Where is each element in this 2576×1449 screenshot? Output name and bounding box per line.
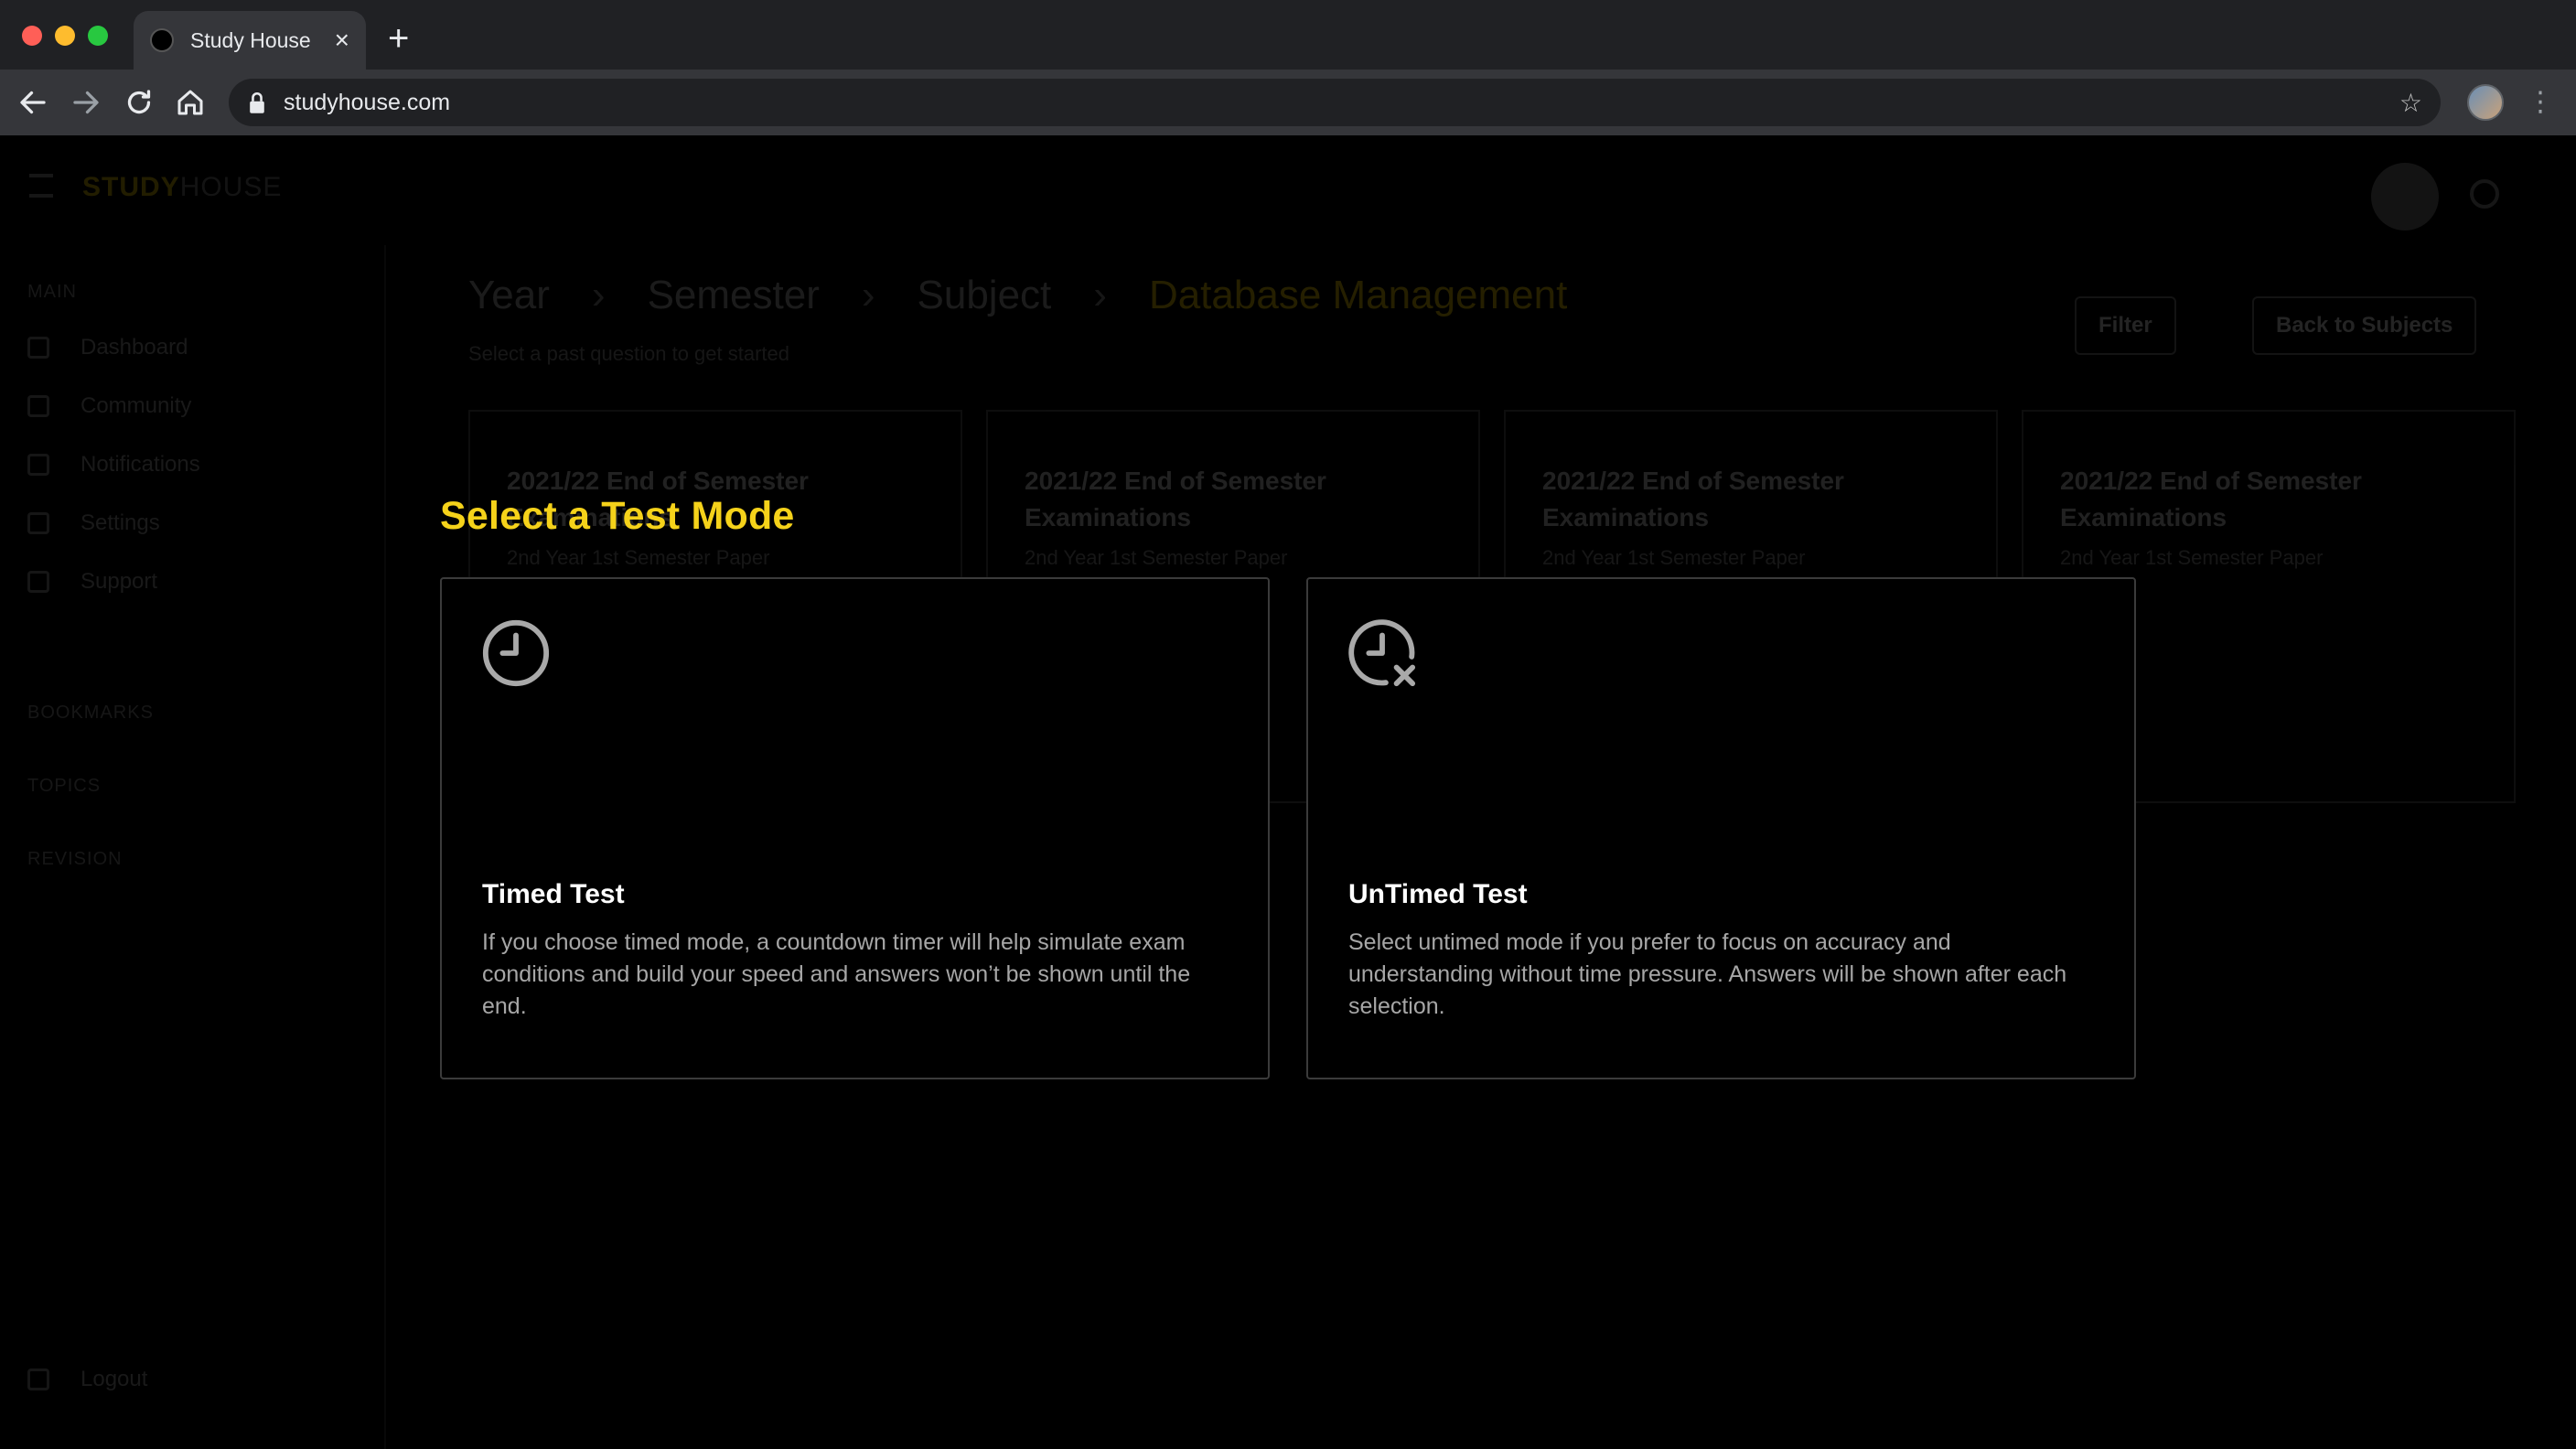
dashboard-icon	[27, 337, 49, 359]
sidebar-item-dashboard: Dashboard	[27, 335, 188, 360]
page-content: STUDYHOUSE MAIN Dashboard Community Noti…	[0, 135, 2576, 1449]
sidebar-group-bookmarks: BOOKMARKS	[27, 703, 154, 723]
timed-test-title: Timed Test	[482, 879, 625, 909]
browser-toolbar: studyhouse.com ☆ ⋮	[0, 70, 2576, 135]
sidebar-item-label: Settings	[80, 510, 160, 535]
breadcrumb-year: Year	[468, 273, 550, 317]
sidebar-item-support: Support	[27, 569, 157, 595]
breadcrumb-separator: ›	[861, 273, 875, 317]
sidebar-group-revision: REVISION	[27, 849, 123, 869]
new-tab-button[interactable]: +	[388, 20, 409, 57]
breadcrumb-separator: ›	[1093, 273, 1107, 317]
browser-tab-active[interactable]: Study House ×	[134, 11, 366, 70]
exam-card-meta: 2nd Year 1st Semester Paper	[1025, 546, 1288, 569]
exam-card-title: 2021/22 End of Semester Examinations	[1025, 467, 1326, 531]
sidebar-item-notifications: Notifications	[27, 452, 200, 478]
support-icon	[27, 571, 49, 593]
sidebar-item-label: Dashboard	[80, 335, 188, 360]
hamburger-menu-icon	[29, 174, 53, 198]
exam-card-title: 2021/22 End of Semester Examinations	[1542, 467, 1844, 531]
untimed-test-description: Select untimed mode if you prefer to foc…	[1348, 929, 2067, 1019]
exam-card-meta: 2nd Year 1st Semester Paper	[507, 546, 770, 569]
clock-cancel-icon	[1348, 619, 1416, 687]
sidebar-item-label: Logout	[80, 1367, 148, 1391]
untimed-test-title: UnTimed Test	[1348, 879, 1528, 909]
gear-icon	[27, 512, 49, 534]
minimize-window-button[interactable]	[55, 26, 75, 46]
user-avatar	[2371, 163, 2439, 231]
exam-card-title: 2021/22 End of Semester Examinations	[2060, 467, 2362, 531]
timed-test-option[interactable]: Timed Test If you choose timed mode, a c…	[440, 577, 1270, 1079]
close-window-button[interactable]	[22, 26, 42, 46]
timed-test-description: If you choose timed mode, a countdown ti…	[482, 929, 1191, 1019]
filter-button: Filter	[2075, 296, 2176, 355]
sidebar-item-community: Community	[27, 393, 191, 419]
settings-gear-icon	[2470, 179, 2499, 209]
exam-card-meta: 2nd Year 1st Semester Paper	[2060, 546, 2324, 569]
back-to-subjects-button: Back to Subjects	[2252, 296, 2477, 355]
sidebar-item-label: Community	[80, 393, 192, 418]
tab-title: Study House	[190, 27, 311, 52]
url-text: studyhouse.com	[284, 89, 451, 115]
untimed-test-option[interactable]: UnTimed Test Select untimed mode if you …	[1306, 577, 2136, 1079]
modal-title: Select a Test Mode	[440, 494, 795, 538]
sidebar-group-topics: TOPICS	[27, 776, 102, 796]
reload-icon[interactable]	[123, 86, 156, 119]
background-app-dimmed: STUDYHOUSE MAIN Dashboard Community Noti…	[0, 135, 2576, 1449]
logout-icon	[27, 1368, 49, 1390]
back-arrow-icon[interactable]	[16, 86, 49, 119]
page-subtitle: Select a past question to get started	[468, 342, 790, 365]
browser-window: Study House × + studyhouse.com ☆ ⋮ STUDY…	[0, 0, 2576, 1449]
forward-arrow-icon[interactable]	[70, 86, 102, 119]
sidebar-item-settings: Settings	[27, 510, 160, 536]
lock-icon	[250, 92, 264, 113]
community-icon	[27, 395, 49, 417]
breadcrumb-semester: Semester	[647, 273, 820, 317]
logo-rest-text: HOUSE	[179, 172, 283, 202]
address-bar[interactable]: studyhouse.com ☆	[229, 79, 2441, 126]
app-logo: STUDYHOUSE	[82, 172, 282, 203]
sidebar-divider	[384, 245, 386, 1449]
bookmark-star-icon[interactable]: ☆	[2399, 88, 2422, 118]
exam-card-meta: 2nd Year 1st Semester Paper	[1542, 546, 1806, 569]
bell-icon	[27, 454, 49, 476]
tab-bar: Study House × +	[0, 0, 2576, 70]
profile-avatar[interactable]	[2467, 84, 2504, 121]
logo-bold-text: STUDY	[82, 172, 180, 202]
breadcrumb: Year › Semester › Subject › Database Man…	[468, 273, 1567, 318]
sidebar-section-label: MAIN	[27, 282, 77, 302]
breadcrumb-subject: Subject	[917, 273, 1052, 317]
tab-close-icon[interactable]: ×	[335, 27, 349, 53]
more-menu-icon[interactable]: ⋮	[2527, 84, 2554, 121]
sidebar-item-label: Support	[80, 569, 158, 594]
site-favicon-icon	[150, 28, 174, 52]
clock-icon	[482, 619, 550, 687]
breadcrumb-current: Database Management	[1148, 273, 1568, 317]
maximize-window-button[interactable]	[88, 26, 108, 46]
sidebar-item-logout: Logout	[27, 1367, 147, 1392]
breadcrumb-separator: ›	[591, 273, 606, 317]
sidebar-item-label: Notifications	[80, 452, 200, 477]
home-icon[interactable]	[174, 86, 207, 119]
